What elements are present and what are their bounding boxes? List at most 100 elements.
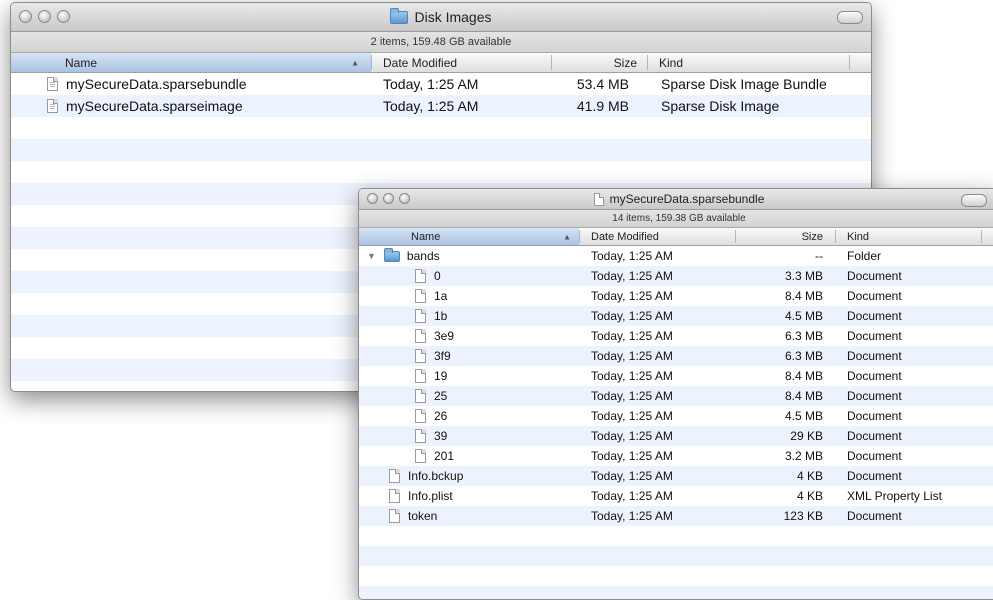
date-cell: Today, 1:25 AM	[591, 369, 673, 383]
sort-ascending-icon: ▲	[563, 232, 571, 241]
name-cell: 25	[415, 386, 447, 406]
kind-cell: Document	[847, 329, 902, 343]
column-header-size[interactable]: Size	[735, 228, 823, 245]
column-header-date[interactable]: Date Modified	[383, 53, 563, 72]
kind-cell: Document	[847, 409, 902, 423]
size-cell: 6.3 MB	[784, 349, 823, 363]
date-cell: Today, 1:25 AM	[591, 409, 673, 423]
column-size-label: Size	[801, 230, 823, 243]
title-bar[interactable]: mySecureData.sparsebundle	[359, 189, 993, 210]
table-row[interactable]: 0 Today, 1:25 AM 3.3 MB Document	[359, 266, 993, 286]
window-title: mySecureData.sparsebundle	[359, 189, 993, 209]
name-cell: token	[389, 506, 437, 526]
size-cell: --	[815, 249, 823, 263]
date-cell: Today, 1:25 AM	[591, 269, 673, 283]
table-row[interactable]: Info.bckup Today, 1:25 AM 4 KB Document	[359, 466, 993, 486]
table-row[interactable]: 201 Today, 1:25 AM 3.2 MB Document	[359, 446, 993, 466]
date-cell: Today, 1:25 AM	[591, 329, 673, 343]
document-icon	[415, 269, 426, 283]
column-divider[interactable]	[579, 230, 580, 243]
date-cell: Today, 1:25 AM	[591, 449, 673, 463]
kind-cell: Document	[847, 469, 902, 483]
size-cell: 8.4 MB	[784, 369, 823, 383]
table-row[interactable]: 3e9 Today, 1:25 AM 6.3 MB Document	[359, 326, 993, 346]
column-header: Name ▲ Date Modified Size Kind	[11, 53, 871, 73]
empty-row	[359, 586, 993, 599]
empty-row	[11, 139, 871, 161]
kind-cell: XML Property List	[847, 489, 942, 503]
table-row[interactable]: 19 Today, 1:25 AM 8.4 MB Document	[359, 366, 993, 386]
name-cell: mySecureData.sparsebundle	[47, 73, 247, 95]
document-icon	[593, 192, 604, 206]
name-cell: 19	[415, 366, 447, 386]
table-row[interactable]: 1b Today, 1:25 AM 4.5 MB Document	[359, 306, 993, 326]
document-icon	[415, 449, 426, 463]
table-row[interactable]: Info.plist Today, 1:25 AM 4 KB XML Property…	[359, 486, 993, 506]
name-cell: 201	[415, 446, 454, 466]
table-row[interactable]: 3f9 Today, 1:25 AM 6.3 MB Document	[359, 346, 993, 366]
table-row[interactable]: token Today, 1:25 AM 123 KB Document	[359, 506, 993, 526]
name-cell: 0	[415, 266, 441, 286]
toolbar-toggle-button[interactable]	[837, 11, 863, 24]
column-divider[interactable]	[849, 55, 850, 70]
file-name: bands	[406, 249, 440, 263]
table-row[interactable]: 39 Today, 1:25 AM 29 KB Document	[359, 426, 993, 446]
name-cell: Info.bckup	[389, 466, 463, 486]
kind-cell: Document	[847, 509, 902, 523]
table-row[interactable]: mySecureData.sparseimage Today, 1:25 AM 41…	[11, 95, 871, 117]
file-name: Info.plist	[408, 489, 453, 503]
window-title: Disk Images	[11, 3, 871, 31]
column-header-kind[interactable]: Kind	[659, 53, 859, 72]
table-row[interactable]: 1a Today, 1:25 AM 8.4 MB Document	[359, 286, 993, 306]
size-cell: 4 KB	[796, 469, 823, 483]
document-icon	[415, 369, 426, 383]
disclosure-triangle-icon[interactable]: ▼	[367, 251, 376, 261]
sparsebundle-window[interactable]: mySecureData.sparsebundle 14 items, 159.…	[358, 188, 993, 600]
window-title-text: mySecureData.sparsebundle	[609, 192, 765, 206]
column-divider[interactable]	[647, 55, 648, 70]
column-header: Name ▲ Date Modified Size Kind	[359, 228, 993, 246]
table-row[interactable]: mySecureData.sparsebundle Today, 1:25 AM 5…	[11, 73, 871, 95]
column-date-label: Date Modified	[383, 55, 458, 70]
column-date-label: Date Modified	[591, 230, 659, 243]
folder-icon	[383, 247, 400, 262]
column-divider[interactable]	[371, 55, 372, 70]
column-kind-label: Kind	[659, 55, 684, 70]
document-icon	[389, 469, 400, 483]
size-cell: 4 KB	[796, 489, 823, 503]
name-cell: 1a	[415, 286, 447, 306]
column-header-name[interactable]: Name ▲	[359, 228, 579, 245]
kind-cell: Document	[847, 349, 902, 363]
kind-cell: Document	[847, 309, 902, 323]
file-name: Info.bckup	[408, 469, 464, 483]
document-icon	[415, 329, 426, 343]
date-cell: Today, 1:25 AM	[591, 389, 673, 403]
title-bar[interactable]: Disk Images	[11, 3, 871, 32]
column-header-kind[interactable]: Kind	[847, 228, 987, 245]
table-row[interactable]: 25 Today, 1:25 AM 8.4 MB Document	[359, 386, 993, 406]
column-header-date[interactable]: Date Modified	[591, 228, 731, 245]
date-cell: Today, 1:25 AM	[591, 469, 673, 483]
column-header-name[interactable]: Name ▲	[11, 53, 371, 72]
file-name: token	[408, 509, 438, 523]
document-icon	[415, 309, 426, 323]
empty-row	[359, 566, 993, 586]
size-cell: 29 KB	[790, 429, 823, 443]
size-cell: 123 KB	[783, 509, 823, 523]
file-name: 3f9	[434, 349, 451, 363]
file-name: 1a	[434, 289, 448, 303]
date-cell: Today, 1:25 AM	[591, 309, 673, 323]
column-divider[interactable]	[981, 230, 982, 243]
empty-row	[359, 526, 993, 546]
empty-row	[11, 117, 871, 139]
table-row[interactable]: ▼ bands Today, 1:25 AM -- Folder	[359, 246, 993, 266]
file-name: 19	[434, 369, 448, 383]
column-header-size[interactable]: Size	[551, 53, 637, 72]
column-size-label: Size	[613, 55, 637, 70]
date-cell: Today, 1:25 AM	[591, 429, 673, 443]
table-row[interactable]: 26 Today, 1:25 AM 4.5 MB Document	[359, 406, 993, 426]
column-divider[interactable]	[835, 230, 836, 243]
toolbar-toggle-button[interactable]	[961, 194, 987, 207]
file-name: 25	[434, 389, 448, 403]
kind-cell: Document	[847, 429, 902, 443]
